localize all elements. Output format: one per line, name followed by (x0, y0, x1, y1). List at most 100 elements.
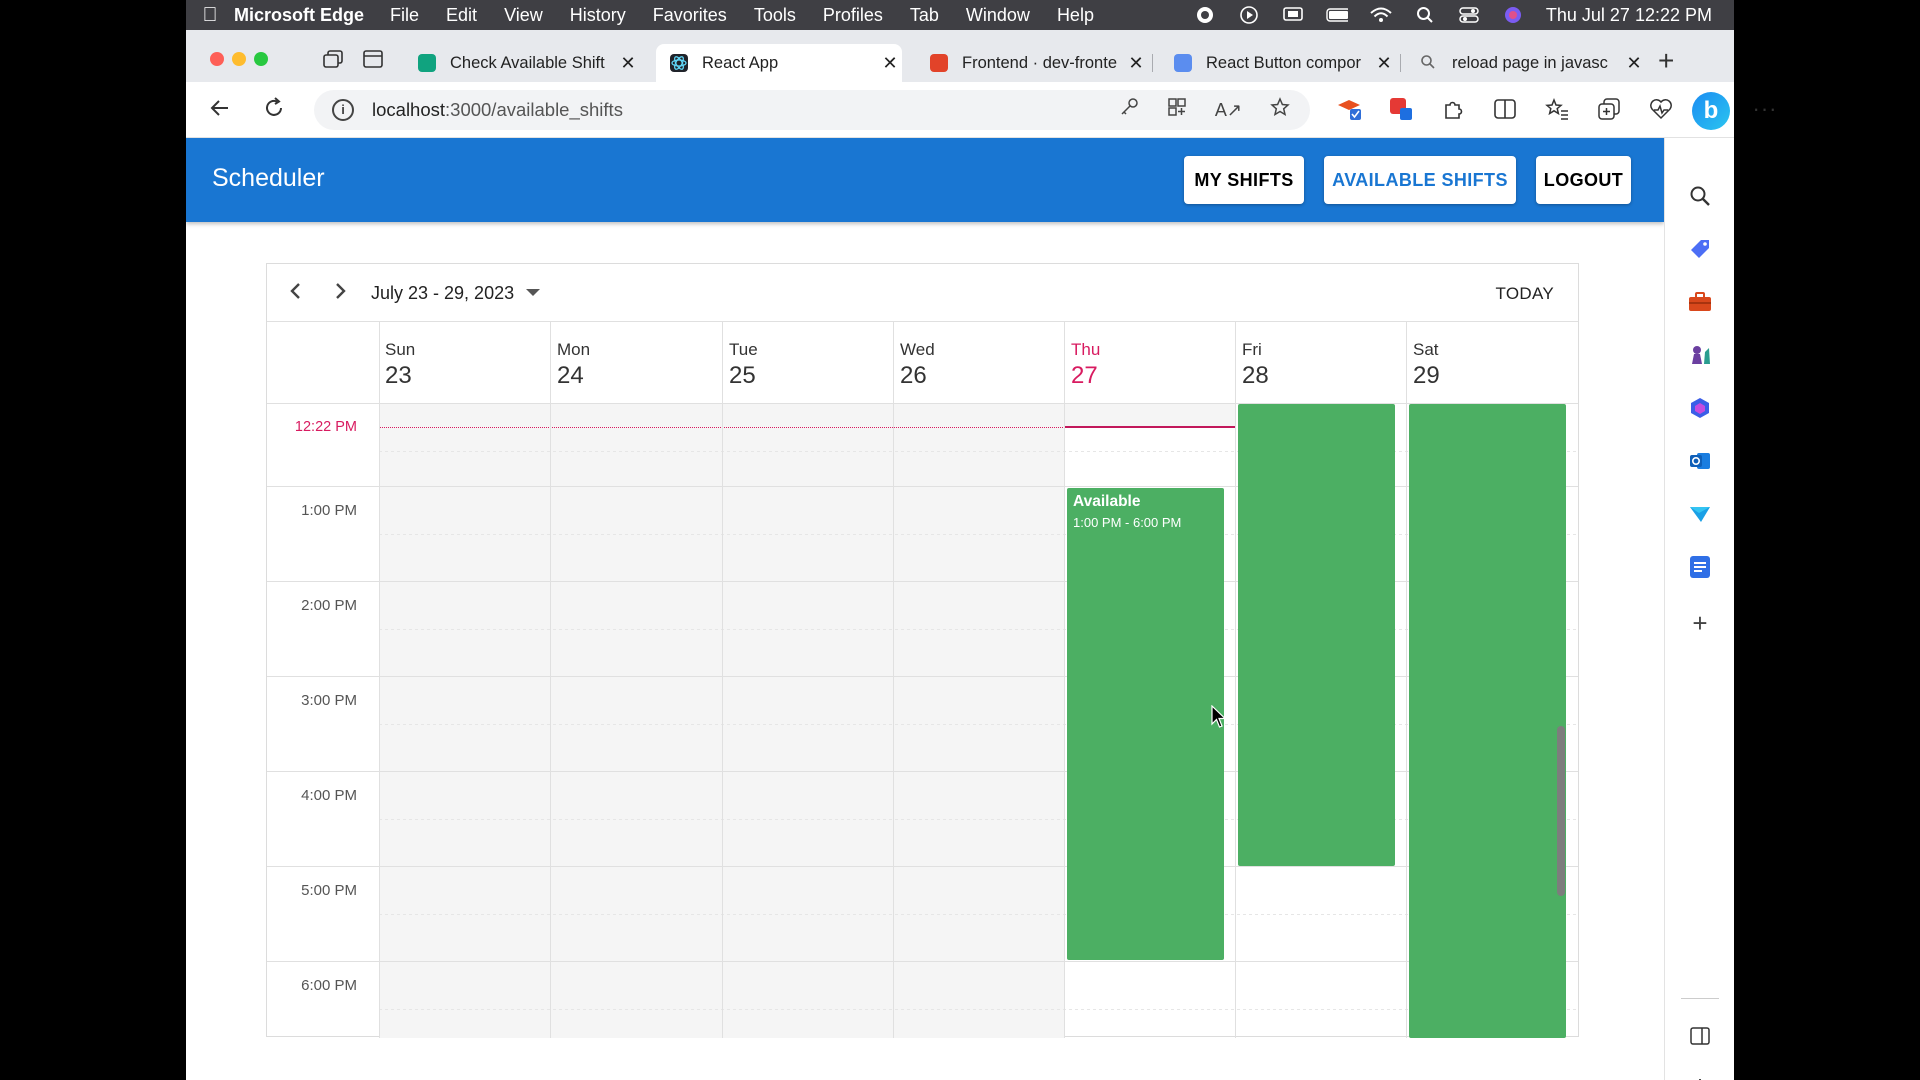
extensions-puzzle-icon[interactable] (1440, 96, 1466, 122)
record-icon[interactable] (1194, 6, 1216, 24)
screen-mirror-icon[interactable] (1282, 6, 1304, 24)
tab-separator (1152, 54, 1153, 72)
address-field[interactable]: i localhost:3000/available_shifts A↗ (314, 90, 1310, 130)
hide-sidebar-icon[interactable] (1687, 1023, 1713, 1049)
minimize-window-button[interactable] (232, 52, 246, 66)
tools-briefcase-icon[interactable] (1687, 289, 1713, 315)
menu-history[interactable]: History (570, 5, 626, 26)
app-brand[interactable]: Scheduler (212, 164, 325, 193)
day-date: 27 (1071, 362, 1098, 389)
day-divider (1406, 322, 1407, 404)
siri-icon[interactable] (1502, 6, 1524, 24)
tab-separator (1400, 54, 1401, 72)
tab-react-app[interactable]: React App ✕ (656, 44, 902, 82)
appointment-title: Available (1073, 493, 1141, 510)
favorites-list-icon[interactable] (1544, 96, 1570, 122)
half-hour-line (379, 724, 1578, 725)
games-chess-icon[interactable] (1687, 342, 1713, 368)
appointment-time: 1:00 PM - 6:00 PM (1073, 515, 1182, 530)
control-center-icon[interactable] (1458, 6, 1480, 24)
today-button[interactable]: TODAY (1496, 284, 1555, 304)
colorful-extension-icon[interactable] (1388, 96, 1414, 122)
read-aloud-icon[interactable]: A↗ (1215, 100, 1242, 121)
next-week-icon[interactable] (329, 278, 351, 308)
previous-week-icon[interactable] (285, 278, 307, 308)
appointment-sat[interactable] (1409, 404, 1566, 1038)
browser-essentials-icon[interactable] (1648, 96, 1674, 122)
close-tab-icon[interactable]: ✕ (1622, 53, 1646, 74)
tab-frontend-dev[interactable]: Frontend · dev-fronte ✕ (916, 44, 1148, 82)
close-tab-icon[interactable]: ✕ (616, 53, 640, 74)
site-info-icon[interactable]: i (332, 99, 354, 121)
menu-file[interactable]: File (390, 5, 419, 26)
notes-icon[interactable] (1687, 554, 1713, 580)
add-sidebar-app-icon[interactable]: + (1687, 608, 1713, 638)
collections-icon[interactable] (322, 50, 344, 68)
wifi-icon[interactable] (1370, 6, 1392, 24)
copilot-icon[interactable]: b (1692, 92, 1730, 130)
day-name: Sat (1413, 340, 1439, 359)
menu-profiles[interactable]: Profiles (823, 5, 883, 26)
day-date: 24 (557, 362, 584, 389)
menu-favorites[interactable]: Favorites (653, 5, 727, 26)
scrollbar-thumb[interactable] (1557, 726, 1565, 896)
vertical-tabs-icon[interactable] (362, 50, 384, 68)
day-name: Mon (557, 340, 591, 359)
drop-send-icon[interactable] (1687, 501, 1713, 527)
day-header-fri: Fri 28 (1236, 322, 1407, 404)
menu-help[interactable]: Help (1057, 5, 1094, 26)
sidebar-settings-gear-icon[interactable] (1687, 1076, 1713, 1080)
apple-icon[interactable]:  (186, 4, 234, 27)
menu-edit[interactable]: Edit (446, 5, 477, 26)
tab-check-available-shift[interactable]: Check Available Shift ✕ (404, 44, 640, 82)
menu-app-name[interactable]: Microsoft Edge (234, 5, 364, 26)
password-key-icon[interactable] (1119, 97, 1139, 123)
app-header: Scheduler MY SHIFTS AVAILABLE SHIFTS LOG… (186, 138, 1664, 222)
back-arrow-icon[interactable] (208, 96, 232, 125)
favorite-star-icon[interactable] (1270, 97, 1290, 123)
new-tab-button[interactable]: + (1658, 47, 1674, 75)
zoom-window-button[interactable] (254, 52, 268, 66)
tab-react-button-component[interactable]: React Button compor ✕ (1160, 44, 1396, 82)
chevron-down-icon[interactable] (526, 289, 540, 296)
time-label: 1:00 PM (301, 502, 357, 519)
close-tab-icon[interactable]: ✕ (1124, 53, 1148, 74)
menu-window[interactable]: Window (966, 5, 1030, 26)
microsoft-365-icon[interactable] (1687, 395, 1713, 421)
menu-tools[interactable]: Tools (754, 5, 796, 26)
search-icon[interactable] (1687, 183, 1713, 209)
close-tab-icon[interactable]: ✕ (1372, 53, 1396, 74)
tab-reload-page-javascript[interactable]: reload page in javasc ✕ (1406, 44, 1646, 82)
spotlight-search-icon[interactable] (1414, 6, 1436, 24)
collections-add-icon[interactable] (1596, 96, 1622, 122)
split-screen-icon[interactable] (1492, 96, 1518, 122)
play-icon[interactable] (1238, 6, 1260, 24)
day-divider (893, 322, 894, 404)
appointment-fri[interactable] (1238, 404, 1395, 866)
day-divider (722, 322, 723, 404)
logout-button[interactable]: LOGOUT (1536, 156, 1631, 204)
close-tab-icon[interactable]: ✕ (878, 53, 902, 74)
outlook-icon[interactable] (1687, 448, 1713, 474)
menu-clock[interactable]: Thu Jul 27 12:22 PM (1546, 5, 1712, 26)
day-date: 29 (1413, 362, 1440, 389)
app-available-icon[interactable] (1167, 97, 1187, 123)
day-name: Sun (385, 340, 416, 359)
day-divider (550, 404, 551, 1038)
reload-icon[interactable] (262, 96, 286, 125)
edu-extension-icon[interactable] (1336, 96, 1362, 122)
battery-icon[interactable] (1326, 6, 1348, 24)
menu-tab[interactable]: Tab (910, 5, 939, 26)
day-date: 28 (1242, 362, 1269, 389)
available-shifts-button[interactable]: AVAILABLE SHIFTS (1324, 156, 1516, 204)
date-range-selector[interactable]: July 23 - 29, 2023 (371, 283, 514, 304)
scheduler-toolbar: July 23 - 29, 2023 TODAY (267, 264, 1578, 322)
shopping-tag-icon[interactable] (1687, 236, 1713, 262)
close-window-button[interactable] (210, 52, 224, 66)
menu-view[interactable]: View (504, 5, 543, 26)
my-shifts-button[interactable]: MY SHIFTS (1184, 156, 1304, 204)
chatgpt-icon (418, 54, 436, 72)
appointment-available[interactable]: Available 1:00 PM - 6:00 PM (1067, 488, 1224, 960)
url-text[interactable]: localhost:3000/available_shifts (372, 99, 623, 121)
more-options-icon[interactable]: ··· (1752, 96, 1778, 122)
